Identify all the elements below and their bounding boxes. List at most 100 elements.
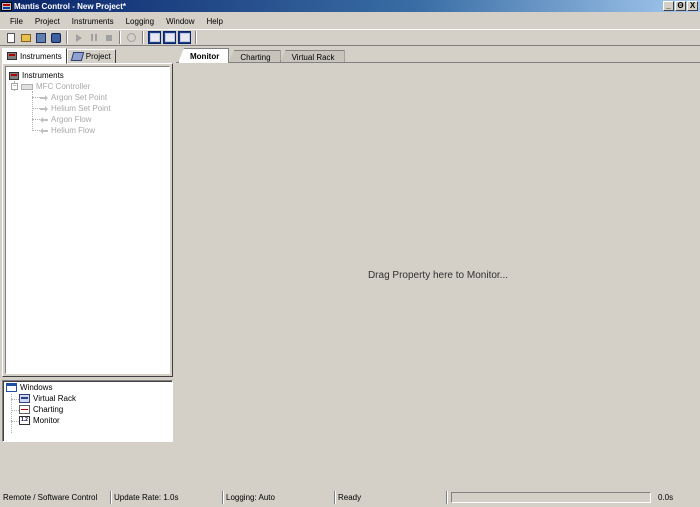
tree-item-label: Helium Set Point — [51, 104, 111, 113]
restore-button[interactable]: Θ — [675, 1, 686, 11]
view-monitor-icon — [179, 33, 190, 42]
instruments-icon — [7, 52, 17, 60]
tree-item-label: Argon Set Point — [51, 93, 108, 102]
virtual-rack-icon — [19, 394, 30, 403]
tree-item-argon-flow[interactable]: Argon Flow — [40, 114, 91, 125]
window-controls: _ Θ X — [663, 1, 698, 11]
new-button[interactable] — [4, 31, 17, 44]
save-icon — [35, 32, 46, 43]
toolbar-separator — [119, 31, 121, 44]
tree-line — [11, 399, 19, 400]
tree-item-helium-flow[interactable]: Helium Flow — [40, 125, 95, 136]
window-item-label: Monitor — [33, 416, 60, 425]
close-button[interactable]: X — [687, 1, 698, 11]
chart-icon — [19, 405, 30, 414]
windows-icon — [6, 383, 17, 392]
output-arrow-icon — [40, 127, 48, 134]
stop-button[interactable] — [102, 31, 115, 44]
window-title: Mantis Control - New Project* — [14, 1, 127, 11]
drop-hint-text: Drag Property here to Monitor... — [367, 270, 509, 281]
input-arrow-icon — [40, 105, 48, 112]
controller-icon — [21, 83, 33, 90]
pause-icon — [90, 34, 97, 41]
title-bar[interactable]: Mantis Control - New Project* _ Θ X — [0, 0, 700, 12]
instruments-tree[interactable]: Instruments − MFC Controller Argon Set P… — [5, 66, 170, 374]
tree-item-label: Helium Flow — [51, 126, 96, 135]
save-button[interactable] — [34, 31, 47, 44]
windows-root-label: Windows — [20, 383, 53, 392]
tree-item-instruments[interactable]: Instruments — [9, 70, 64, 81]
left-panel-tabs: Instruments Project — [2, 48, 116, 64]
tree-line — [32, 130, 40, 131]
menu-bar: File Project Instruments Logging Window … — [0, 13, 700, 29]
tab-instruments-label: Instruments — [20, 51, 62, 61]
toolbar — [0, 29, 700, 46]
tree-line — [32, 119, 40, 120]
status-update-rate: Update Rate: 1.0s — [111, 490, 223, 504]
stop-icon — [105, 34, 112, 41]
status-elapsed: 0.0s — [658, 492, 674, 502]
windows-panel[interactable]: Windows Virtual Rack Charting 1.2 Monito… — [2, 380, 173, 442]
tree-item-label: Instruments — [22, 71, 64, 80]
tree-item-argon-set-point[interactable]: Argon Set Point — [40, 92, 107, 103]
open-folder-icon — [20, 33, 31, 42]
menu-project[interactable]: Project — [29, 17, 66, 26]
open-button[interactable] — [19, 31, 32, 44]
tab-project-label: Project — [85, 52, 111, 61]
new-document-icon — [6, 32, 15, 43]
tab-project[interactable]: Project — [66, 49, 116, 64]
windows-root[interactable]: Windows — [6, 382, 52, 393]
app-icon — [1, 1, 12, 11]
tree-item-mfc-controller[interactable]: − MFC Controller — [11, 81, 90, 92]
window-item-virtual-rack[interactable]: Virtual Rack — [19, 393, 76, 404]
input-arrow-icon — [40, 94, 48, 101]
view-monitor-button[interactable] — [178, 31, 191, 44]
menu-help[interactable]: Help — [201, 17, 229, 26]
tree-item-label: MFC Controller — [36, 82, 91, 91]
tree-item-helium-set-point[interactable]: Helium Set Point — [40, 103, 111, 114]
tab-monitor[interactable]: Monitor — [178, 48, 230, 63]
clear-button[interactable] — [125, 31, 138, 44]
tree-line — [32, 108, 40, 109]
clear-icon — [127, 33, 136, 42]
toolbar-separator — [195, 31, 197, 44]
play-icon — [75, 33, 82, 42]
toolbar-separator — [142, 31, 144, 44]
output-arrow-icon — [40, 116, 48, 123]
instruments-icon — [9, 71, 19, 80]
monitor-drop-area[interactable]: Drag Property here to Monitor... — [176, 62, 700, 486]
menu-file[interactable]: File — [4, 17, 29, 26]
tree-line — [32, 97, 40, 98]
minimize-button[interactable]: _ — [663, 1, 674, 11]
tab-instruments[interactable]: Instruments — [2, 48, 67, 64]
tree-line — [11, 421, 19, 422]
window-item-label: Charting — [33, 405, 64, 414]
tree-line — [11, 410, 19, 411]
project-icon — [70, 52, 85, 61]
status-logging: Logging: Auto — [223, 490, 335, 504]
collapse-icon[interactable]: − — [11, 83, 18, 90]
window-item-charting[interactable]: Charting — [19, 404, 63, 415]
view-tiled-icon — [164, 33, 175, 42]
pause-button[interactable] — [87, 31, 100, 44]
status-state: Ready — [335, 490, 447, 504]
save-all-button[interactable] — [49, 31, 62, 44]
status-mode: Remote / Software Control — [0, 490, 111, 504]
monitor-icon: 1.2 — [19, 416, 30, 425]
save-all-icon — [50, 32, 61, 43]
instruments-panel: Instruments − MFC Controller Argon Set P… — [2, 63, 173, 377]
status-bar: Remote / Software Control Update Rate: 1… — [0, 489, 700, 505]
view-stacked-button[interactable] — [148, 31, 161, 44]
menu-logging[interactable]: Logging — [120, 17, 160, 26]
main-tabs: Monitor Charting Virtual Rack — [178, 48, 345, 63]
view-stacked-icon — [149, 33, 160, 42]
tree-item-label: Argon Flow — [51, 115, 92, 124]
window-item-monitor[interactable]: 1.2 Monitor — [19, 415, 60, 426]
play-button[interactable] — [72, 31, 85, 44]
view-tiled-button[interactable] — [163, 31, 176, 44]
menu-instruments[interactable]: Instruments — [66, 17, 120, 26]
toolbar-separator — [66, 31, 68, 44]
menu-window[interactable]: Window — [160, 17, 200, 26]
window-item-label: Virtual Rack — [33, 394, 76, 403]
status-progress-bar — [451, 491, 651, 503]
